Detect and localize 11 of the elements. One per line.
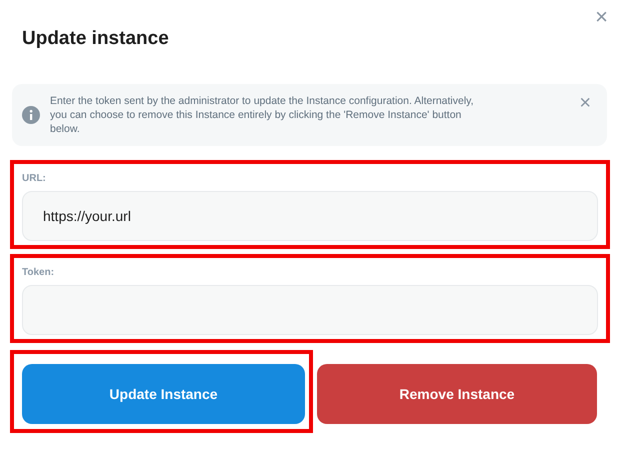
alert-message: Enter the token sent by the administrator to update the Instance configuration. Alternatively, you can choose to remove this Instance entirely by clicking the 'Remove Instance' button below.	[50, 94, 475, 136]
close-button[interactable]: ×	[593, 6, 610, 28]
dialog-title: Update instance	[22, 27, 169, 51]
update-button[interactable]: Update Instance	[22, 364, 305, 424]
input-field[interactable]: https://your.url	[22, 191, 598, 241]
field-label: URL:	[22, 173, 47, 184]
input-field[interactable]	[22, 285, 598, 335]
field-label: Token:	[22, 267, 56, 278]
info-icon	[22, 106, 40, 124]
remove-button[interactable]: Remove Instance	[317, 364, 597, 424]
close-button[interactable]: ×	[575, 93, 595, 113]
